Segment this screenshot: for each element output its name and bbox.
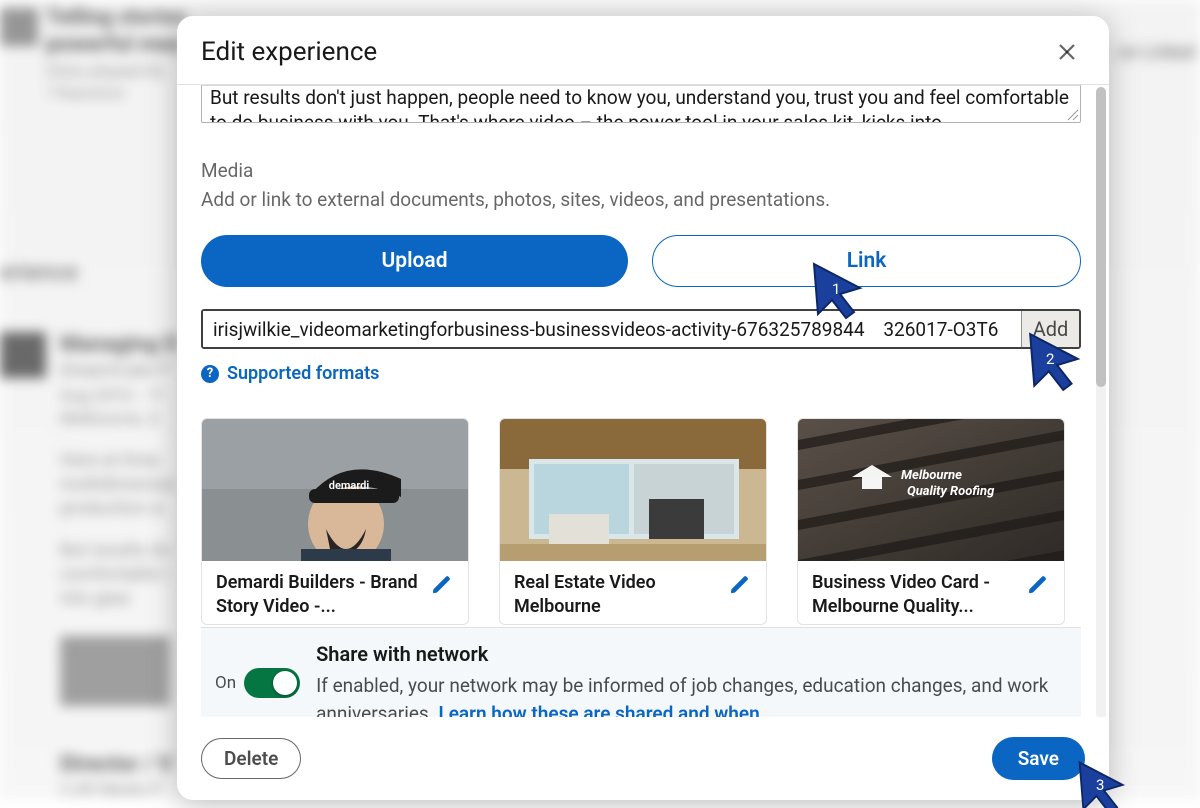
media-card[interactable]: demardi Demardi Builders - Brand Story V… [201, 418, 469, 625]
help-icon: ? [201, 365, 219, 383]
edit-media-button[interactable] [428, 571, 456, 599]
media-card-title: Real Estate Video Melbourne [514, 571, 720, 620]
modal-title: Edit experience [201, 37, 377, 67]
resize-handle[interactable] [1065, 107, 1079, 121]
svg-text:Melbourne: Melbourne [901, 468, 962, 483]
pencil-icon [1027, 574, 1049, 596]
pencil-icon [431, 574, 453, 596]
upload-button[interactable]: Upload [201, 235, 628, 287]
media-thumbnail: Melbourne Quality Roofing [798, 419, 1064, 561]
link-button[interactable]: Link [652, 235, 1081, 287]
media-hint: Add or link to external documents, photo… [201, 188, 1081, 211]
media-card-row: demardi Demardi Builders - Brand Story V… [201, 418, 1081, 625]
pencil-icon [729, 574, 751, 596]
media-heading: Media [201, 159, 1081, 182]
media-thumbnail: demardi [202, 419, 468, 561]
share-title: Share with network [316, 642, 1061, 666]
modal-header: Edit experience [177, 16, 1109, 85]
link-url-input[interactable] [203, 311, 1021, 347]
svg-text:Quality Roofing: Quality Roofing [907, 484, 995, 499]
svg-text:demardi: demardi [329, 479, 370, 492]
media-card[interactable]: Melbourne Quality Roofing Business Video… [797, 418, 1065, 625]
link-input-row: Add [201, 309, 1081, 349]
close-icon [1055, 40, 1079, 64]
add-link-button[interactable]: Add [1021, 311, 1079, 347]
media-thumbnail [500, 419, 766, 561]
learn-more-link[interactable]: Learn how these are shared and when [438, 702, 759, 717]
edit-media-button[interactable] [726, 571, 754, 599]
media-card-title: Demardi Builders - Brand Story Video -..… [216, 571, 422, 620]
share-toggle[interactable] [244, 668, 300, 698]
description-textarea[interactable]: But results don't just happen, people ne… [201, 85, 1081, 123]
delete-button[interactable]: Delete [201, 738, 301, 779]
media-card-title: Business Video Card - Melbourne Quality.… [812, 571, 1018, 620]
modal-body: But results don't just happen, people ne… [177, 85, 1109, 717]
close-button[interactable] [1049, 34, 1085, 70]
share-description: If enabled, your network may be informed… [316, 672, 1061, 717]
media-card[interactable]: Real Estate Video Melbourne [499, 418, 767, 625]
save-button[interactable]: Save [992, 737, 1085, 780]
edit-media-button[interactable] [1024, 571, 1052, 599]
share-with-network-section: On Share with network If enabled, your n… [201, 627, 1081, 717]
toggle-state-label: On [215, 673, 236, 693]
scrollbar-thumb[interactable] [1096, 87, 1106, 387]
edit-experience-modal: Edit experience But results don't just h… [177, 16, 1109, 800]
modal-footer: Delete Save [177, 717, 1109, 800]
supported-formats-link[interactable]: ? Supported formats [201, 363, 379, 384]
